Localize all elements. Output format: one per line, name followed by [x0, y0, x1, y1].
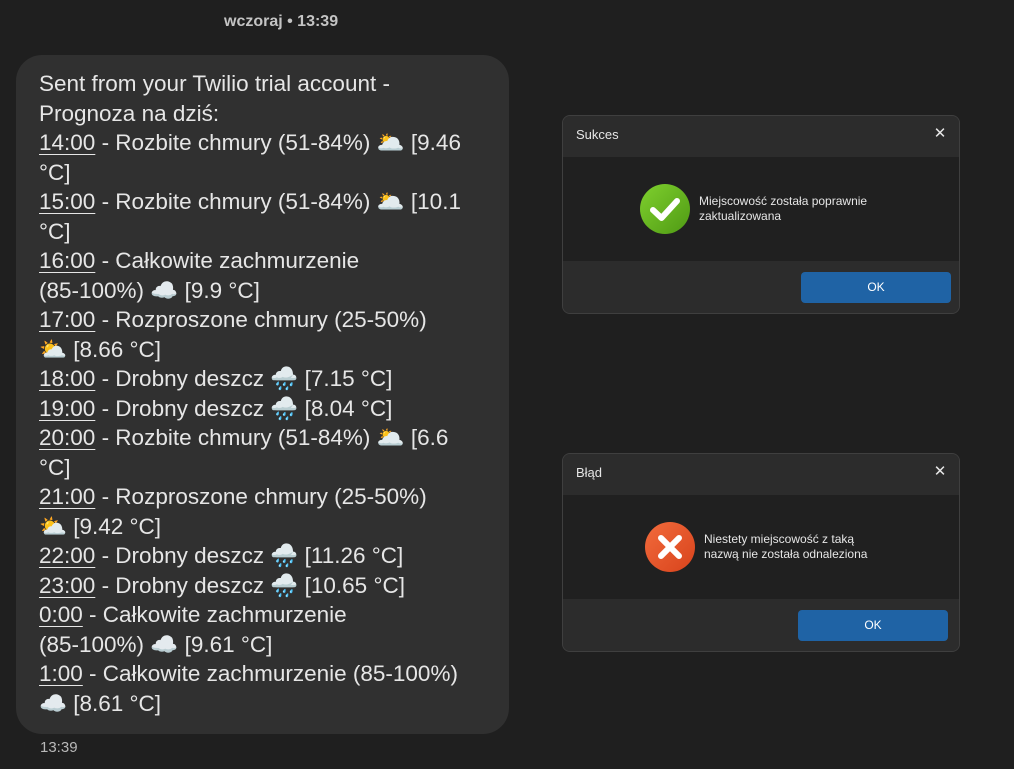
dialog-title: Sukces [576, 127, 619, 142]
forecast-entry: 22:00 - Drobny deszcz 🌧️ [11.26 °C] [39, 541, 489, 571]
forecast-description: - Całkowite zachmurzenie [95, 248, 360, 273]
forecast-description: - Rozproszone chmury (25-50%) [95, 484, 427, 509]
forecast-description-continued: °C] [39, 218, 71, 244]
ok-button[interactable]: OK [801, 272, 951, 303]
message-intro-line: Sent from your Twilio trial account - [39, 71, 390, 96]
forecast-description: - Rozbite chmury (51-84%) 🌥️ [6.6 [95, 425, 449, 450]
forecast-list: 14:00 - Rozbite chmury (51-84%) 🌥️ [9.46… [39, 128, 489, 718]
forecast-description: - Rozbite chmury (51-84%) 🌥️ [10.1 [95, 189, 461, 214]
dialog-message-line: Miejscowość została poprawnie [699, 194, 868, 208]
forecast-description: - Drobny deszcz 🌧️ [10.65 °C] [95, 572, 405, 598]
dialog-titlebar: Błąd ✕ [563, 454, 959, 495]
dialog-footer: OK [563, 599, 959, 651]
dialog-message-line: nazwą nie została odnaleziona [704, 547, 868, 561]
forecast-description: - Rozbite chmury (51-84%) 🌥️ [9.46 [95, 130, 461, 155]
forecast-description: - Drobny deszcz 🌧️ [8.04 °C] [95, 395, 393, 421]
forecast-entry: 18:00 - Drobny deszcz 🌧️ [7.15 °C] [39, 364, 489, 394]
forecast-description-continued: (85-100%) ☁️ [9.61 °C] [39, 631, 273, 657]
dialog-titlebar: Sukces ✕ [563, 116, 959, 157]
dialog-message-line: Niestety miejscowość z taką [704, 532, 855, 546]
close-icon[interactable]: ✕ [927, 459, 953, 485]
forecast-time-link[interactable]: 19:00 [39, 396, 95, 421]
forecast-description-continued: ⛅ [9.42 °C] [39, 513, 162, 539]
forecast-entry: 1:00 - Całkowite zachmurzenie (85-100%) [39, 659, 489, 689]
forecast-entry: 14:00 - Rozbite chmury (51-84%) 🌥️ [9.46 [39, 128, 489, 158]
error-dialog: Błąd ✕ Niestety miejscowość z taką nazwą… [562, 453, 960, 652]
forecast-time-link[interactable]: 16:00 [39, 248, 95, 273]
dialog-content: Niestety miejscowość z taką nazwą nie zo… [563, 495, 959, 599]
close-icon[interactable]: ✕ [927, 121, 953, 147]
forecast-time-link[interactable]: 23:00 [39, 573, 95, 598]
forecast-description-continued: (85-100%) ☁️ [9.9 °C] [39, 277, 260, 303]
forecast-entry: 23:00 - Drobny deszcz 🌧️ [10.65 °C] [39, 571, 489, 601]
forecast-entry: 21:00 - Rozproszone chmury (25-50%) [39, 482, 489, 512]
check-circle-icon [640, 184, 690, 234]
message-intro-line: Prognoza na dziś: [39, 100, 220, 126]
conversation-date-header: wczoraj • 13:39 [224, 13, 339, 30]
forecast-description: - Całkowite zachmurzenie (85-100%) [82, 661, 458, 686]
forecast-time-link[interactable]: 18:00 [39, 366, 95, 391]
dialog-footer: OK [563, 261, 959, 313]
forecast-entry: 20:00 - Rozbite chmury (51-84%) 🌥️ [6.6 [39, 423, 489, 453]
ok-button[interactable]: OK [798, 610, 948, 641]
forecast-time-link[interactable]: 15:00 [39, 189, 95, 214]
forecast-entry: 17:00 - Rozproszone chmury (25-50%) [39, 305, 489, 335]
forecast-entry: 16:00 - Całkowite zachmurzenie [39, 246, 489, 276]
forecast-description: - Drobny deszcz 🌧️ [11.26 °C] [95, 543, 404, 568]
forecast-entry: 15:00 - Rozbite chmury (51-84%) 🌥️ [10.1 [39, 187, 489, 217]
forecast-time-link[interactable]: 17:00 [39, 307, 95, 332]
forecast-time-link[interactable]: 21:00 [39, 484, 95, 509]
dialog-content: Miejscowość została poprawnie zaktualizo… [563, 157, 959, 261]
forecast-time-link[interactable]: 20:00 [39, 425, 95, 450]
message-timestamp: 13:39 [40, 739, 78, 756]
forecast-time-link[interactable]: 14:00 [39, 130, 95, 155]
forecast-time-link[interactable]: 1:00 [39, 661, 83, 686]
forecast-description-continued: °C] [39, 159, 71, 185]
forecast-description: - Rozproszone chmury (25-50%) [95, 307, 427, 332]
forecast-description-continued: °C] [39, 454, 71, 480]
sms-message-bubble[interactable]: Sent from your Twilio trial account - Pr… [16, 55, 509, 734]
success-dialog: Sukces ✕ Miejscowość została poprawnie z… [562, 115, 960, 314]
dialog-message: Miejscowość została poprawnie zaktualizo… [699, 194, 899, 224]
dialog-title: Błąd [576, 465, 603, 480]
forecast-description: - Drobny deszcz 🌧️ [7.15 °C] [95, 366, 393, 391]
forecast-time-link[interactable]: 22:00 [39, 543, 95, 568]
forecast-description-continued: ⛅ [8.66 °C] [39, 336, 162, 362]
error-x-circle-icon [645, 522, 695, 572]
forecast-description: - Całkowite zachmurzenie [82, 602, 347, 627]
dialog-message: Niestety miejscowość z taką nazwą nie zo… [704, 532, 904, 562]
forecast-time-link[interactable]: 0:00 [39, 602, 83, 627]
dialog-message-line: zaktualizowana [699, 209, 782, 223]
forecast-entry: 19:00 - Drobny deszcz 🌧️ [8.04 °C] [39, 394, 489, 424]
forecast-description-continued: ☁️ [8.61 °C] [39, 690, 162, 716]
forecast-entry: 0:00 - Całkowite zachmurzenie [39, 600, 489, 630]
